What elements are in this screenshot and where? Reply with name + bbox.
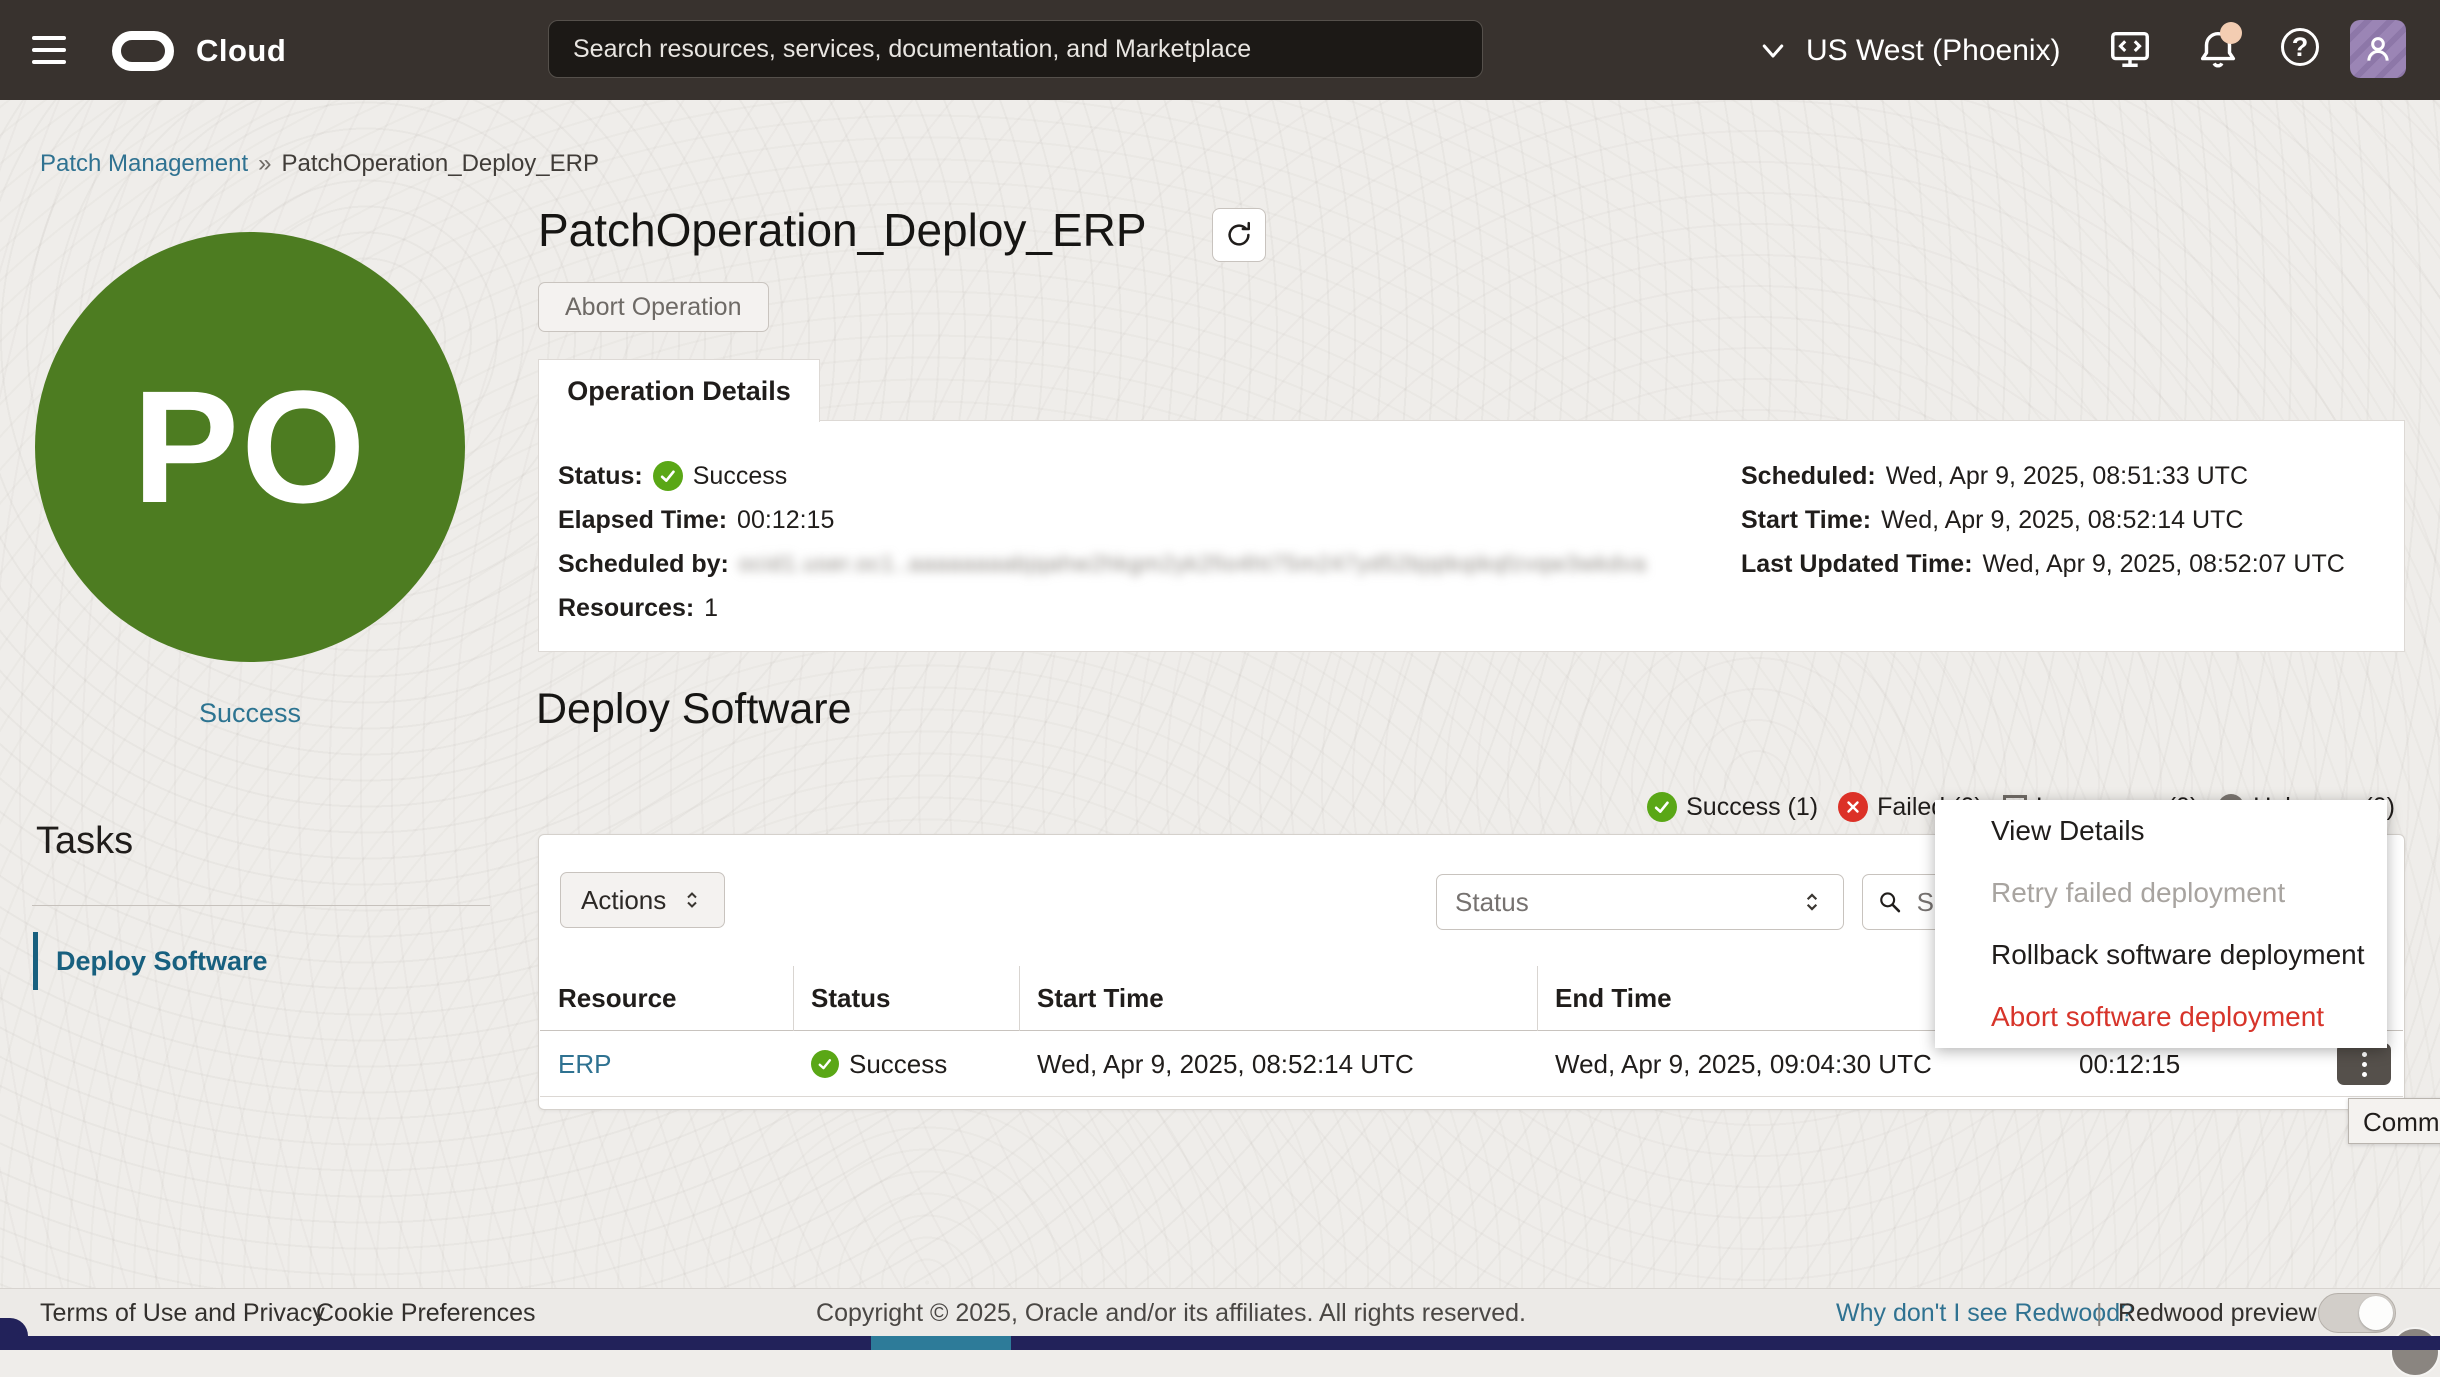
tasks-heading: Tasks	[36, 820, 133, 863]
entity-avatar-circle: PO	[35, 232, 465, 662]
dual-chevron-icon	[1799, 889, 1825, 915]
menu-item-rollback-software-deployment[interactable]: Rollback software deployment	[1935, 924, 2387, 986]
assistant-bubble[interactable]	[2390, 1327, 2440, 1377]
hamburger-menu-icon[interactable]	[32, 28, 78, 72]
region-selector[interactable]: US West (Phoenix)	[1806, 34, 2061, 68]
column-header-start-time[interactable]: Start Time	[1019, 966, 1537, 1031]
status-value: Success	[693, 462, 787, 491]
row-actions-context-menu: View Details Retry failed deployment Rol…	[1935, 800, 2387, 1048]
page-title: PatchOperation_Deploy_ERP	[538, 203, 1147, 257]
toggle-knob	[2359, 1296, 2393, 1330]
cell-resource: ERP	[540, 1031, 793, 1097]
breadcrumb-separator: »	[258, 150, 271, 177]
resource-link[interactable]: ERP	[558, 1049, 611, 1080]
top-header: Cloud US West (Phoenix) ?	[0, 0, 2440, 100]
scheduled-label: Scheduled:	[1741, 462, 1876, 491]
help-icon[interactable]: ?	[2281, 28, 2319, 66]
success-check-icon	[811, 1050, 839, 1078]
elapsed-field: Elapsed Time: 00:12:15	[558, 503, 834, 537]
operation-details-panel: Status: Success Elapsed Time: 00:12:15 S…	[538, 420, 2405, 652]
scheduled-by-label: Scheduled by:	[558, 550, 729, 579]
last-updated-field: Last Updated Time: Wed, Apr 9, 2025, 08:…	[1741, 547, 2345, 581]
breadcrumb-patch-management[interactable]: Patch Management	[40, 150, 248, 177]
resources-field: Resources: 1	[558, 591, 718, 625]
column-header-resource[interactable]: Resource	[540, 966, 793, 1031]
copyright-text: Copyright © 2025, Oracle and/or its affi…	[816, 1289, 1526, 1337]
refresh-icon	[1224, 220, 1254, 250]
cookie-preferences-link[interactable]: Cookie Preferences	[316, 1289, 536, 1337]
user-avatar[interactable]	[2350, 20, 2406, 78]
column-divider	[1019, 966, 1020, 1031]
scheduled-by-value-redacted: ocid1.user.oc1..aaaaaaaabjqahw2hkgm2yk2f…	[739, 551, 1647, 577]
status-label: Status:	[558, 462, 643, 491]
cell-status: Success	[793, 1031, 1019, 1097]
row-actions-kebab-button[interactable]	[2337, 1043, 2391, 1085]
scheduled-field: Scheduled: Wed, Apr 9, 2025, 08:51:33 UT…	[1741, 459, 2248, 493]
refresh-button[interactable]	[1212, 208, 1266, 262]
scheduled-value: Wed, Apr 9, 2025, 08:51:33 UTC	[1886, 462, 2248, 491]
notifications-bell-icon[interactable]	[2192, 24, 2244, 76]
abort-operation-button[interactable]: Abort Operation	[538, 282, 769, 332]
command-tooltip: Comman	[2348, 1098, 2440, 1144]
redwood-preview-toggle[interactable]	[2318, 1293, 2396, 1333]
last-updated-value: Wed, Apr 9, 2025, 08:52:07 UTC	[1983, 550, 2345, 579]
tab-operation-details[interactable]: Operation Details	[538, 359, 820, 422]
deploy-software-heading: Deploy Software	[536, 685, 852, 734]
global-search-input[interactable]	[548, 20, 1483, 78]
start-time-value: Wed, Apr 9, 2025, 08:52:14 UTC	[1881, 506, 2243, 535]
failed-x-icon	[1838, 792, 1868, 822]
search-icon	[1877, 888, 1903, 916]
bottom-navy-bar	[0, 1336, 2440, 1350]
footer-separator: |	[2096, 1289, 2103, 1337]
cloud-shell-icon[interactable]	[2104, 24, 2156, 76]
entity-initials: PO	[132, 355, 367, 539]
menu-item-abort-software-deployment[interactable]: Abort software deployment	[1935, 986, 2387, 1048]
terms-link[interactable]: Terms of Use and Privacy	[40, 1289, 325, 1337]
entity-status-label: Success	[35, 698, 465, 729]
start-time-label: Start Time:	[1741, 506, 1871, 535]
redwood-question-link[interactable]: Why don't I see Redwood?	[1836, 1289, 2134, 1337]
footer: Terms of Use and Privacy Cookie Preferen…	[0, 1288, 2440, 1337]
status-field: Status: Success	[558, 459, 787, 493]
elapsed-value: 00:12:15	[737, 506, 834, 535]
status-filter-select[interactable]: Status	[1436, 874, 1844, 930]
notification-dot	[2220, 22, 2242, 44]
success-check-icon	[1647, 792, 1677, 822]
person-icon	[2358, 29, 2398, 69]
scheduled-by-field: Scheduled by: ocid1.user.oc1..aaaaaaaabj…	[558, 547, 1647, 581]
tasks-divider	[32, 905, 490, 906]
region-chevron-down-icon[interactable]	[1756, 36, 1790, 66]
dual-chevron-icon	[680, 888, 704, 912]
last-updated-label: Last Updated Time:	[1741, 550, 1973, 579]
start-time-field: Start Time: Wed, Apr 9, 2025, 08:52:14 U…	[1741, 503, 2243, 537]
menu-item-retry-failed-deployment: Retry failed deployment	[1935, 862, 2387, 924]
column-divider	[1537, 966, 1538, 1031]
breadcrumb: Patch Management » PatchOperation_Deploy_E…	[40, 150, 599, 178]
resources-label: Resources:	[558, 594, 694, 623]
menu-item-view-details[interactable]: View Details	[1935, 800, 2387, 862]
legend-success: Success (1)	[1647, 792, 1818, 822]
cell-start-time: Wed, Apr 9, 2025, 08:52:14 UTC	[1019, 1031, 1537, 1097]
bottom-bar-accent	[871, 1336, 1011, 1350]
column-header-status[interactable]: Status	[793, 966, 1019, 1031]
oracle-logo-icon	[112, 31, 174, 71]
task-item-deploy-software[interactable]: Deploy Software	[33, 932, 268, 990]
redwood-preview-label: Redwood preview	[2118, 1289, 2317, 1337]
success-check-icon	[653, 461, 683, 491]
actions-button[interactable]: Actions	[560, 872, 725, 928]
breadcrumb-current: PatchOperation_Deploy_ERP	[281, 150, 599, 177]
status-value: Success	[849, 1049, 947, 1080]
resources-value: 1	[704, 594, 718, 623]
column-divider	[793, 966, 794, 1031]
brand-label: Cloud	[196, 33, 286, 69]
elapsed-label: Elapsed Time:	[558, 506, 727, 535]
